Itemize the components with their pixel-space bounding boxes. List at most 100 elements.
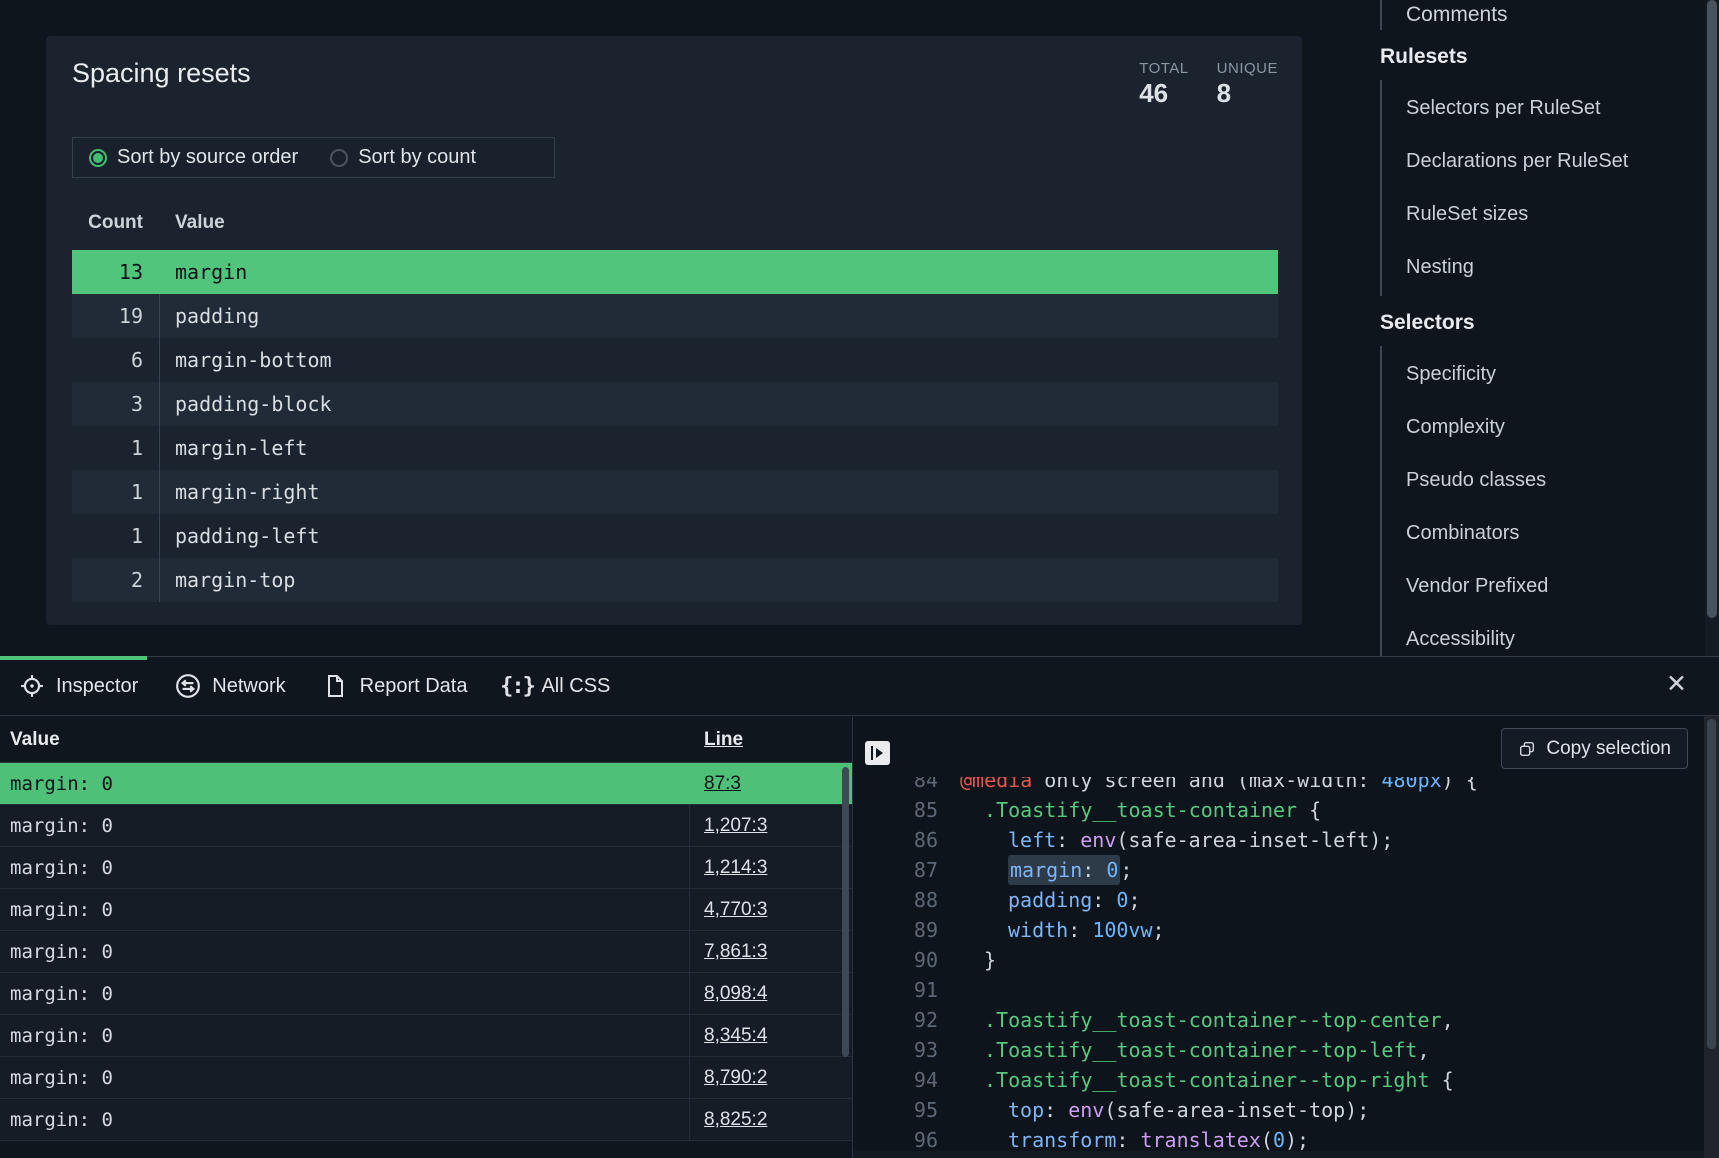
declaration-row[interactable]: margin: 07,861:3 [0,931,852,973]
sidebar-item-pseudo-classes[interactable]: Pseudo classes [1382,454,1690,507]
declaration-row[interactable]: margin: 0 8,825:2 [0,1099,852,1141]
radio-icon[interactable] [89,149,107,167]
line-number: 95 [853,1098,938,1122]
stat-total: TOTAL46 [1139,60,1188,109]
code-line: 95top: env(safe-area-inset-top); [853,1095,1704,1125]
declarations-scrollbar-thumb[interactable] [842,767,849,1057]
code-token: ; [1153,918,1165,942]
code-token: 0 [1106,858,1118,882]
code-token: : [1056,828,1080,852]
declaration-row[interactable]: margin: 01,207:3 [0,805,852,847]
code-line: 92.Toastify__toast-container--top-center… [853,1005,1704,1035]
all-css-icon: {:} [503,673,530,700]
code-token: 0 [1273,1128,1285,1151]
declaration-row[interactable]: margin: 087:3 [0,763,852,805]
sidebar-item-nesting[interactable]: Nesting [1382,241,1690,294]
sort-option-sort-by-source-order[interactable]: Sort by source order [89,146,298,169]
code-token: env [1080,828,1116,852]
sidebar-group: Selectors per RuleSetDeclarations per Ru… [1380,80,1690,296]
stat-unique: UNIQUE8 [1217,60,1278,109]
tab-inspector[interactable]: Inspector [18,673,156,700]
line-cell: 7,861:3 [689,931,852,972]
sidebar-item-comments[interactable]: Comments [1380,0,1690,30]
declaration-cell: margin: 0 [0,1109,689,1131]
expand-panel-icon[interactable] [865,741,890,765]
code-text: margin: 0; [960,858,1132,882]
selected-declaration-highlight: margin: 0 [1008,855,1120,885]
line-link[interactable]: 4,770:3 [704,899,767,921]
line-link[interactable]: 8,790:2 [704,1067,767,1089]
line-cell: 8,345:4 [689,1015,852,1056]
code-token: } [984,948,996,972]
code-token: : [1082,858,1106,882]
line-link[interactable]: 7,861:3 [704,941,767,963]
table-row[interactable]: 13margin [72,250,1278,294]
declaration-cell: margin: 0 [0,1067,689,1089]
code-viewport[interactable]: 84@media only screen and (max-width: 480… [853,777,1704,1151]
table-row[interactable]: 19padding [72,294,1278,338]
declaration-row[interactable]: margin: 04,770:3 [0,889,852,931]
page-scrollbar-thumb[interactable] [1707,0,1717,618]
count-cell: 13 [72,260,143,284]
table-row[interactable]: 1margin-left [72,426,1278,470]
sidebar-item-ruleset-sizes[interactable]: RuleSet sizes [1382,188,1690,241]
sidebar-item-complexity[interactable]: Complexity [1382,401,1690,454]
declaration-row[interactable]: margin: 0 8,790:2 [0,1057,852,1099]
declaration-cell: margin: 0 [0,1025,689,1047]
declaration-row[interactable]: margin: 01,214:3 [0,847,852,889]
sidebar-item-selectors-per-ruleset[interactable]: Selectors per RuleSet [1382,82,1690,135]
line-link[interactable]: 1,214:3 [704,857,767,879]
table-row[interactable]: 1margin-right [72,470,1278,514]
count-cell: 3 [72,392,143,416]
code-scrollbar-thumb[interactable] [1707,719,1716,1049]
value-column-header: Value [159,212,225,234]
close-icon[interactable]: ✕ [1666,669,1687,699]
line-link[interactable]: 8,345:4 [704,1025,767,1047]
line-number: 88 [853,888,938,912]
spacing-resets-card: Spacing resets TOTAL46UNIQUE8 Sort by so… [46,36,1302,625]
code-text: left: env(safe-area-inset-left); [960,828,1393,852]
code-token: only screen and (max-width: [1032,777,1381,792]
table-row[interactable]: 3padding-block [72,382,1278,426]
line-link[interactable]: 1,207:3 [704,815,767,837]
sidebar-item-declarations-per-ruleset[interactable]: Declarations per RuleSet [1382,135,1690,188]
value-cell: padding [159,294,1278,338]
sidebar-item-combinators[interactable]: Combinators [1382,507,1690,560]
sort-option-label: Sort by count [358,146,476,169]
line-column-header[interactable]: Line [704,729,743,751]
code-line: 91 [853,975,1704,1005]
copy-selection-button[interactable]: Copy selection [1501,728,1688,769]
count-cell: 1 [72,524,143,548]
table-row[interactable]: 1padding-left [72,514,1278,558]
declaration-row[interactable]: margin: 08,098:4 [0,973,852,1015]
value-column-header: Value [0,729,689,751]
code-token: transform [1008,1128,1116,1151]
line-link[interactable]: 87:3 [704,773,741,795]
code-text: .Toastify__toast-container--top-right { [960,1068,1454,1092]
line-cell: 4,770:3 [689,889,852,930]
table-row[interactable]: 6margin-bottom [72,338,1278,382]
count-cell: 2 [72,568,143,592]
sidebar-item-vendor-prefixed[interactable]: Vendor Prefixed [1382,560,1690,613]
stat-value: 46 [1139,78,1188,109]
line-link[interactable]: 8,825:2 [704,1109,767,1131]
line-link[interactable]: 8,098:4 [704,983,767,1005]
tab-network[interactable]: Network [174,673,303,700]
radio-icon[interactable] [330,149,348,167]
copy-selection-label: Copy selection [1546,738,1671,760]
code-token: width [1008,918,1068,942]
code-token: .Toastify__toast-container--top-right [984,1068,1430,1092]
code-token: ; [1120,858,1132,882]
tab-all-css[interactable]: {:}All CSS [503,673,628,700]
declaration-row[interactable]: margin: 0 8,345:4 [0,1015,852,1057]
code-token: left [1008,828,1056,852]
tab-report-data[interactable]: Report Data [322,673,486,700]
code-token: ; [1128,888,1140,912]
code-horizontal-scrollbar[interactable] [853,1151,1704,1158]
code-token: (safe-area-inset-top); [1104,1098,1369,1122]
sidebar-item-specificity[interactable]: Specificity [1382,348,1690,401]
sort-option-sort-by-count[interactable]: Sort by count [330,146,476,169]
table-row[interactable]: 2margin-top [72,558,1278,602]
code-line: 93.Toastify__toast-container--top-left, [853,1035,1704,1065]
line-cell: 87:3 [689,763,852,804]
